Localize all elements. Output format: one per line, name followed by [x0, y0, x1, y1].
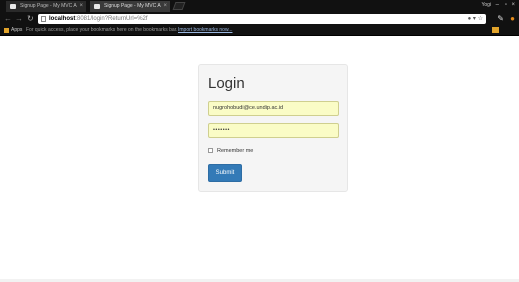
tab-strip: Signup Page - My MVC A × Signup Page - M…	[0, 0, 519, 12]
tab-title: Signup Page - My MVC A	[20, 3, 77, 9]
page-favicon-icon	[10, 4, 16, 9]
apps-shortcut[interactable]: Apps	[11, 26, 22, 35]
close-icon[interactable]: ×	[163, 1, 167, 12]
reload-icon[interactable]: ↻	[27, 14, 34, 24]
browser-tab[interactable]: Signup Page - My MVC A ×	[6, 1, 86, 12]
submit-button[interactable]: Submit	[208, 164, 242, 182]
page-title: Login	[208, 75, 245, 92]
address-bar[interactable]: localhost:8081/login?ReturnUrl=%2f ● ▾ ☆	[38, 14, 486, 24]
login-panel: Login nugrohobudi@ce.undip.ac.id •••••••…	[198, 64, 348, 192]
extension-pen-icon[interactable]: ✎	[497, 14, 504, 24]
back-arrow-icon[interactable]: ←	[4, 14, 12, 24]
email-field[interactable]: nugrohobudi@ce.undip.ac.id	[208, 101, 339, 116]
password-field[interactable]: •••••••	[208, 123, 339, 138]
page-info-icon[interactable]	[41, 16, 46, 22]
window-close-icon[interactable]: ×	[511, 0, 515, 10]
url-path: :8081/login?ReturnUrl=%2f	[75, 16, 148, 22]
browser-toolbar: ← → ↻ localhost:8081/login?ReturnUrl=%2f…	[0, 12, 519, 26]
tab-title: Signup Page - My MVC A	[104, 3, 161, 9]
new-tab-button[interactable]	[172, 2, 186, 10]
forward-arrow-icon[interactable]: →	[15, 14, 23, 24]
profile-name[interactable]: Yogi	[481, 0, 491, 10]
browser-window: Signup Page - My MVC A × Signup Page - M…	[0, 0, 519, 282]
bookmark-star-icon[interactable]: ● ▾ ☆	[468, 14, 483, 24]
import-bookmarks-link[interactable]: Import bookmarks now...	[178, 26, 232, 35]
remember-me-checkbox[interactable]	[208, 148, 213, 153]
page-content: Login nugrohobudi@ce.undip.ac.id •••••••…	[0, 37, 519, 282]
folder-icon[interactable]	[492, 27, 499, 33]
url-text[interactable]: localhost:8081/login?ReturnUrl=%2f	[49, 14, 148, 24]
bookmarks-hint: For quick access, place your bookmarks h…	[26, 27, 178, 33]
maximize-icon[interactable]: ▫	[505, 0, 507, 10]
url-host: localhost	[49, 16, 76, 22]
extension-icon[interactable]: ●	[510, 14, 515, 24]
close-icon[interactable]: ×	[79, 1, 83, 12]
browser-tab-active[interactable]: Signup Page - My MVC A ×	[90, 1, 170, 12]
bookmarks-bar: Apps For quick access, place your bookma…	[0, 26, 519, 36]
minimize-icon[interactable]: –	[496, 0, 499, 10]
remember-me-label[interactable]: Remember me	[217, 147, 253, 155]
page-favicon-icon	[94, 4, 100, 9]
apps-grid-icon[interactable]	[4, 28, 9, 33]
